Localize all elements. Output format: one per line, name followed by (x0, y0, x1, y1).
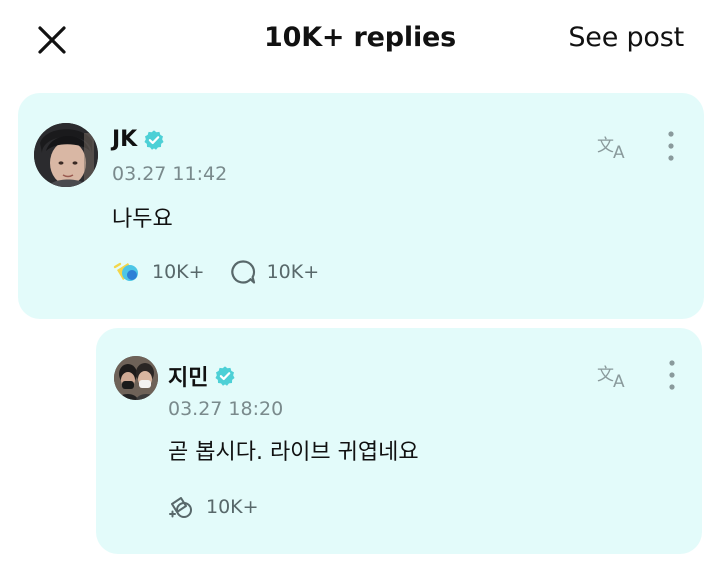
svg-text:文: 文 (597, 365, 614, 385)
avatar[interactable] (114, 356, 158, 400)
more-vertical-icon[interactable] (664, 129, 678, 163)
svg-text:文: 文 (597, 136, 614, 156)
translate-icon[interactable]: 文 A (596, 360, 632, 390)
avatar-image (114, 356, 158, 400)
verified-badge-icon (214, 365, 236, 387)
more-vertical-icon[interactable] (665, 358, 679, 392)
reaction-count: 10K+ (206, 496, 259, 518)
header-bar: 10K+ replies See post (0, 0, 720, 80)
reaction-button[interactable]: 10K+ (166, 492, 259, 522)
svg-text:A: A (613, 372, 625, 390)
verified-badge-icon (143, 129, 165, 151)
stats-row: 10K+ 10K+ (112, 257, 343, 287)
reply-count: 10K+ (266, 261, 320, 283)
comment-text: 나두요 (112, 207, 173, 232)
reaction-add-icon (166, 492, 196, 522)
comment-card[interactable]: JK 03.27 11:42 나두요 文 A 10K+ 10K+ (18, 93, 704, 319)
reaction-emoji-icon (112, 257, 142, 287)
avatar[interactable] (34, 123, 98, 187)
author-row: JK (112, 127, 165, 152)
reaction-button[interactable]: 10K+ (112, 257, 205, 287)
comment-text: 곧 봅시다. 라이브 귀엽네요 (168, 440, 419, 465)
timestamp: 03.27 11:42 (112, 163, 228, 185)
reaction-count: 10K+ (152, 261, 205, 283)
see-post-link[interactable]: See post (568, 22, 684, 53)
reply-button[interactable]: 10K+ (229, 258, 320, 286)
avatar-image (34, 123, 98, 187)
timestamp: 03.27 18:20 (168, 398, 284, 420)
svg-text:A: A (613, 143, 625, 161)
author-row: 지민 (168, 360, 236, 392)
comment-bubble-icon (229, 258, 257, 286)
stats-row: 10K+ (166, 492, 283, 522)
translate-icon[interactable]: 文 A (596, 131, 632, 161)
reply-card[interactable]: 지민 03.27 18:20 곧 봅시다. 라이브 귀엽네요 文 A 10K+ (96, 328, 702, 554)
author-name[interactable]: 지민 (168, 360, 208, 392)
author-name[interactable]: JK (112, 127, 137, 152)
replies-screen: 10K+ replies See post JK 03.27 11:42 나두요… (0, 0, 720, 566)
